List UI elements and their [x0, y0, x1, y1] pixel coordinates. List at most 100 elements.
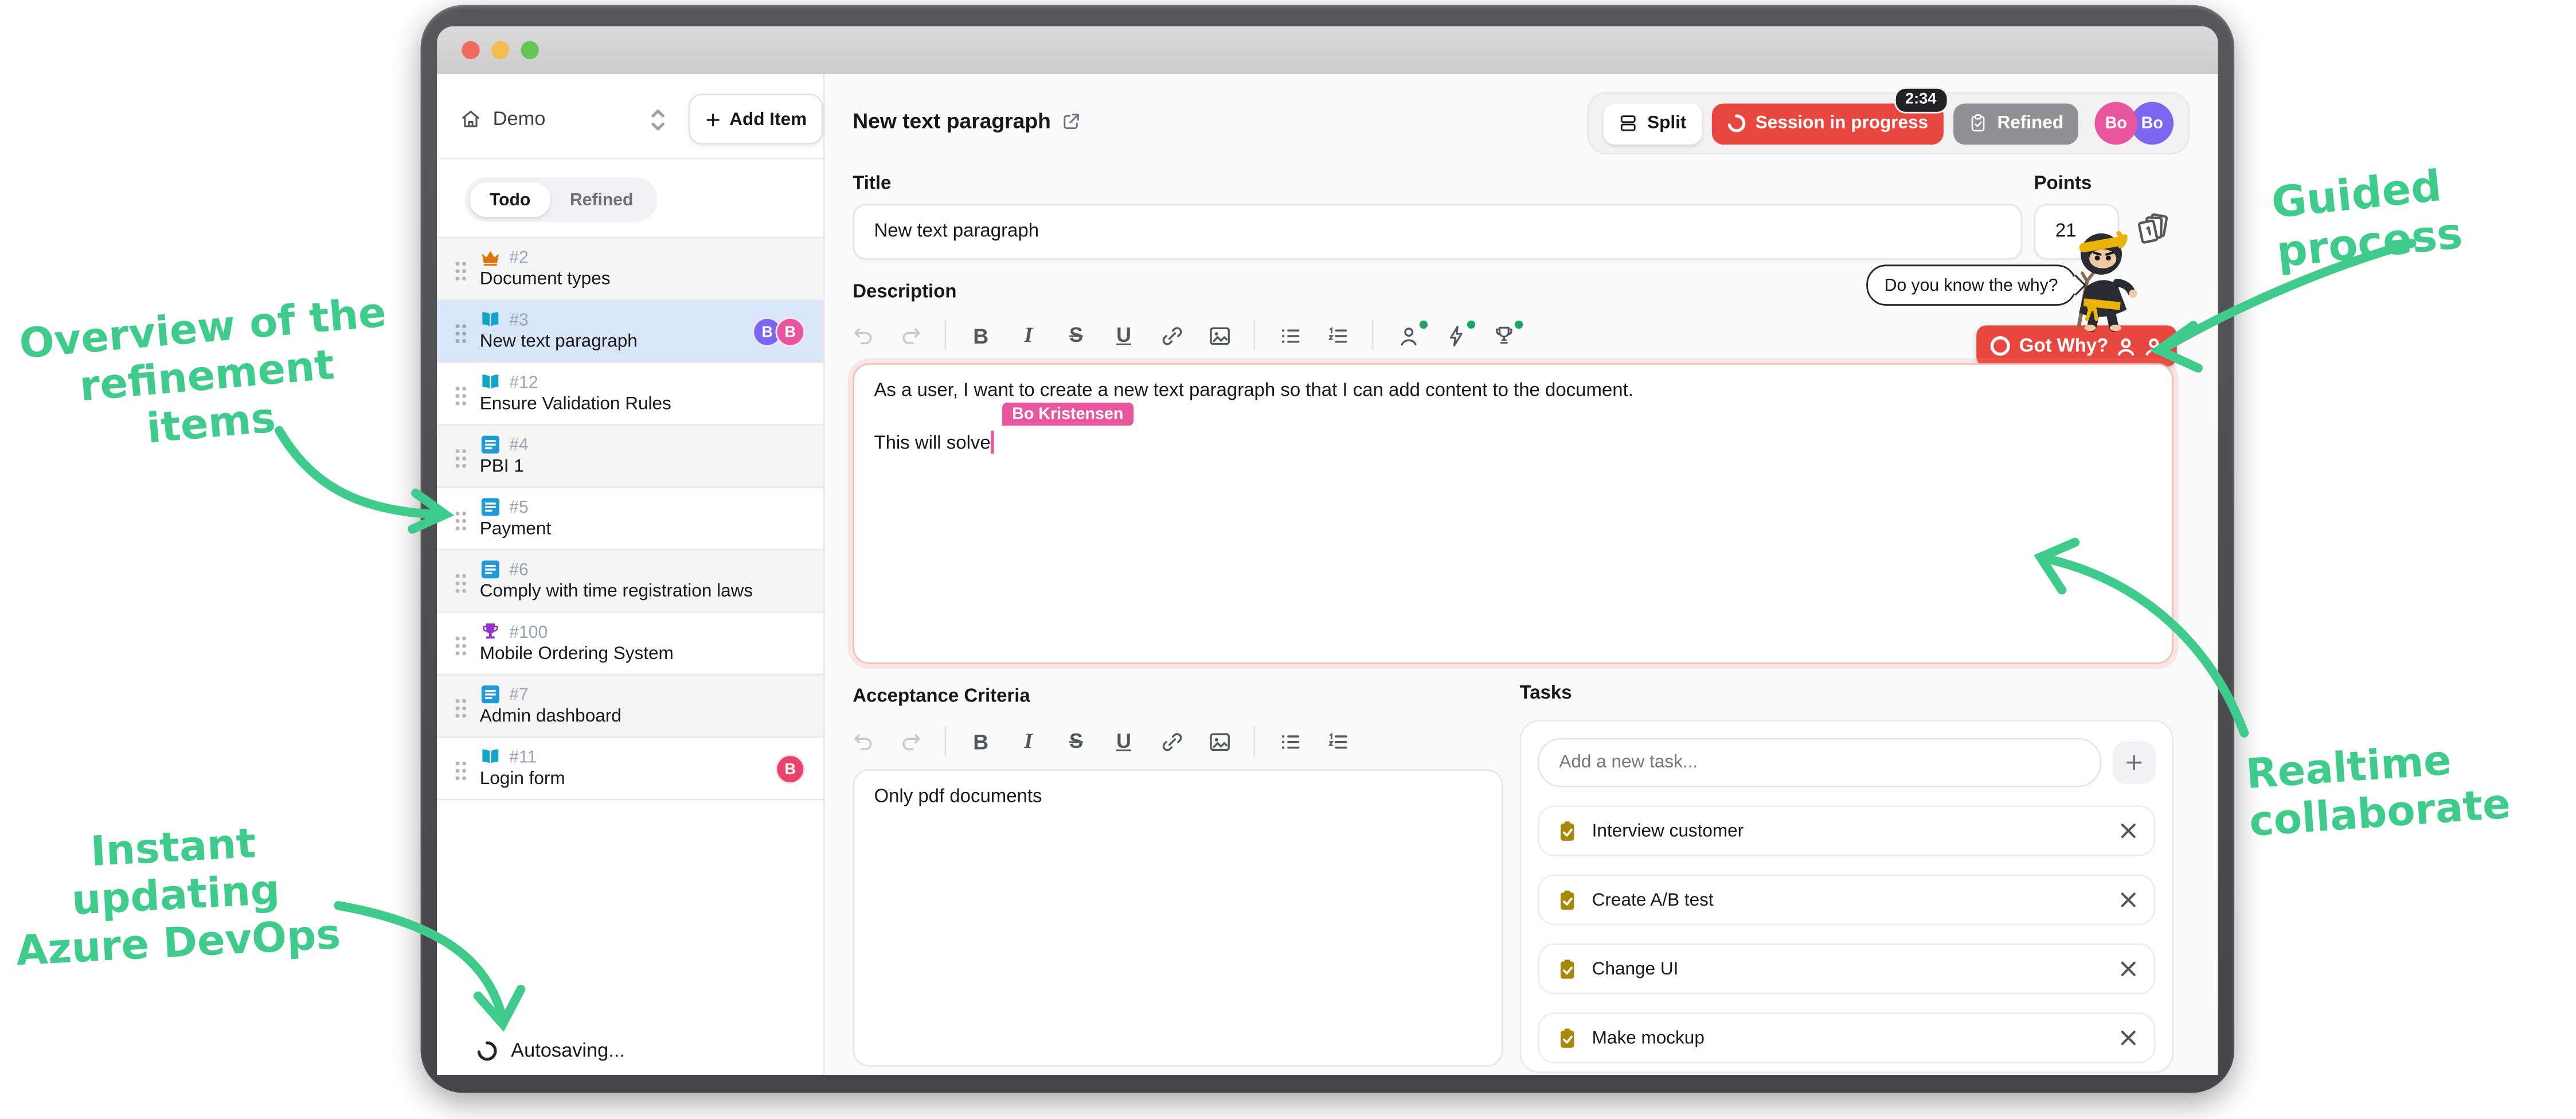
- tab-refined[interactable]: Refined: [550, 182, 653, 217]
- item-id: #6: [509, 560, 528, 579]
- todo-refined-tabs: Todo Refined: [465, 177, 658, 221]
- drag-handle-icon[interactable]: [455, 385, 467, 415]
- description-label: Description: [853, 283, 956, 302]
- quick-action-icon[interactable]: [1443, 321, 1469, 350]
- redo-icon[interactable]: [897, 321, 924, 350]
- pbi-icon: [480, 434, 501, 455]
- new-task-input[interactable]: [1538, 738, 2101, 787]
- add-item-button[interactable]: Add Item: [689, 93, 823, 145]
- tab-todo[interactable]: Todo: [470, 182, 550, 217]
- underline-icon[interactable]: U: [1111, 727, 1137, 757]
- item-title: Comply with time registration laws: [480, 582, 753, 601]
- bullet-list-icon[interactable]: [1276, 727, 1303, 757]
- bullet-list-icon[interactable]: [1276, 321, 1303, 350]
- online-dot: [1515, 321, 1523, 329]
- list-item[interactable]: #6 Comply with time registration laws: [437, 551, 823, 613]
- drag-handle-icon[interactable]: [455, 759, 467, 789]
- item-title: Document types: [480, 270, 611, 289]
- bold-icon[interactable]: B: [968, 321, 994, 350]
- acceptance-criteria-label: Acceptance Criteria: [853, 687, 1030, 707]
- ordered-list-icon[interactable]: [1324, 727, 1351, 757]
- drag-handle-icon[interactable]: [455, 260, 467, 290]
- list-item[interactable]: #100 Mobile Ordering System: [437, 613, 823, 676]
- task-row[interactable]: Interview customer: [1538, 805, 2155, 856]
- bold-icon[interactable]: B: [968, 727, 994, 757]
- task-row[interactable]: Change UI: [1538, 943, 2155, 995]
- task-row[interactable]: Create A/B test: [1538, 874, 2155, 925]
- drag-handle-icon[interactable]: [455, 447, 467, 477]
- undo-icon[interactable]: [849, 321, 875, 350]
- project-switcher[interactable]: Demo: [460, 93, 545, 143]
- book-icon: [480, 309, 501, 330]
- got-why-label: Got Why?: [2019, 336, 2109, 356]
- chevron-up-down-icon[interactable]: [647, 104, 669, 137]
- book-icon: [480, 746, 501, 767]
- remove-task-button[interactable]: [2119, 891, 2137, 909]
- goal-trophy-icon[interactable]: [1490, 321, 1516, 350]
- avatar[interactable]: Bo: [2095, 102, 2138, 145]
- session-controls: Split Session in progress 2:34 Refined B…: [1586, 92, 2190, 154]
- item-id: #12: [509, 372, 538, 392]
- acceptance-criteria-text: Only pdf documents: [874, 787, 1482, 807]
- split-button[interactable]: Split: [1603, 103, 1701, 144]
- item-id: #11: [509, 747, 537, 766]
- strikethrough-icon[interactable]: S: [1063, 727, 1089, 757]
- book-icon: [480, 372, 501, 393]
- list-item[interactable]: #7 Admin dashboard: [437, 676, 823, 738]
- online-dot: [1467, 321, 1475, 329]
- minimize-button[interactable]: [491, 41, 510, 60]
- undo-icon[interactable]: [849, 727, 875, 757]
- maximize-button[interactable]: [521, 41, 539, 60]
- drag-handle-icon[interactable]: [455, 697, 467, 727]
- list-item[interactable]: #2 Document types: [437, 238, 823, 301]
- link-icon[interactable]: [1158, 727, 1185, 757]
- item-title: Ensure Validation Rules: [480, 395, 671, 414]
- item-title: Admin dashboard: [480, 707, 621, 726]
- item-id: #3: [509, 310, 528, 329]
- task-row[interactable]: Make mockup: [1538, 1012, 2155, 1063]
- redo-icon[interactable]: [897, 727, 924, 757]
- item-id: #2: [509, 247, 528, 267]
- italic-icon[interactable]: I: [1015, 727, 1042, 757]
- toolbar-separator: [1372, 321, 1374, 350]
- item-title: PBI 1: [480, 457, 524, 477]
- ordered-list-icon[interactable]: [1324, 321, 1351, 350]
- list-item[interactable]: #11 Login form B: [437, 738, 823, 801]
- drag-handle-icon[interactable]: [455, 322, 467, 352]
- list-item[interactable]: #5 Payment: [437, 488, 823, 551]
- remove-task-button[interactable]: [2119, 960, 2137, 978]
- list-item[interactable]: #4 PBI 1: [437, 426, 823, 488]
- annotation-realtime-collaborate: Realtimecollaborate: [2245, 734, 2514, 846]
- split-icon: [1618, 114, 1637, 133]
- image-icon[interactable]: [1206, 321, 1232, 350]
- description-editor[interactable]: As a user, I want to create a new text p…: [853, 363, 2174, 664]
- external-link-icon[interactable]: [1061, 111, 1080, 130]
- task-clipboard-icon: [1556, 888, 1579, 911]
- list-item-selected[interactable]: #3 New text paragraph B B: [437, 301, 823, 363]
- page-title: New text paragraph: [853, 108, 1080, 133]
- session-in-progress-button[interactable]: Session in progress 2:34: [1711, 103, 1942, 144]
- plus-icon: [705, 111, 721, 127]
- add-task-button[interactable]: [2113, 741, 2156, 784]
- remove-task-button[interactable]: [2119, 822, 2137, 840]
- drag-handle-icon[interactable]: [455, 634, 467, 664]
- italic-icon[interactable]: I: [1015, 321, 1042, 350]
- strikethrough-icon[interactable]: S: [1063, 321, 1089, 350]
- task-title: Change UI: [1592, 959, 1679, 978]
- list-item[interactable]: #12 Ensure Validation Rules: [437, 363, 823, 426]
- image-icon[interactable]: [1206, 727, 1232, 757]
- close-button[interactable]: [462, 41, 480, 60]
- assign-user-icon[interactable]: [1395, 321, 1421, 350]
- refined-button[interactable]: Refined: [1953, 103, 2078, 144]
- refined-label: Refined: [1997, 114, 2063, 133]
- remove-task-button[interactable]: [2119, 1029, 2137, 1047]
- drag-handle-icon[interactable]: [455, 572, 467, 602]
- project-name: Demo: [493, 107, 546, 130]
- acceptance-criteria-editor[interactable]: Only pdf documents: [853, 769, 1503, 1067]
- link-icon[interactable]: [1158, 321, 1185, 350]
- item-id: #7: [509, 684, 528, 704]
- underline-icon[interactable]: U: [1111, 321, 1137, 350]
- title-input[interactable]: [853, 204, 2022, 259]
- toolbar-separator: [1253, 727, 1255, 757]
- drag-handle-icon[interactable]: [455, 509, 467, 539]
